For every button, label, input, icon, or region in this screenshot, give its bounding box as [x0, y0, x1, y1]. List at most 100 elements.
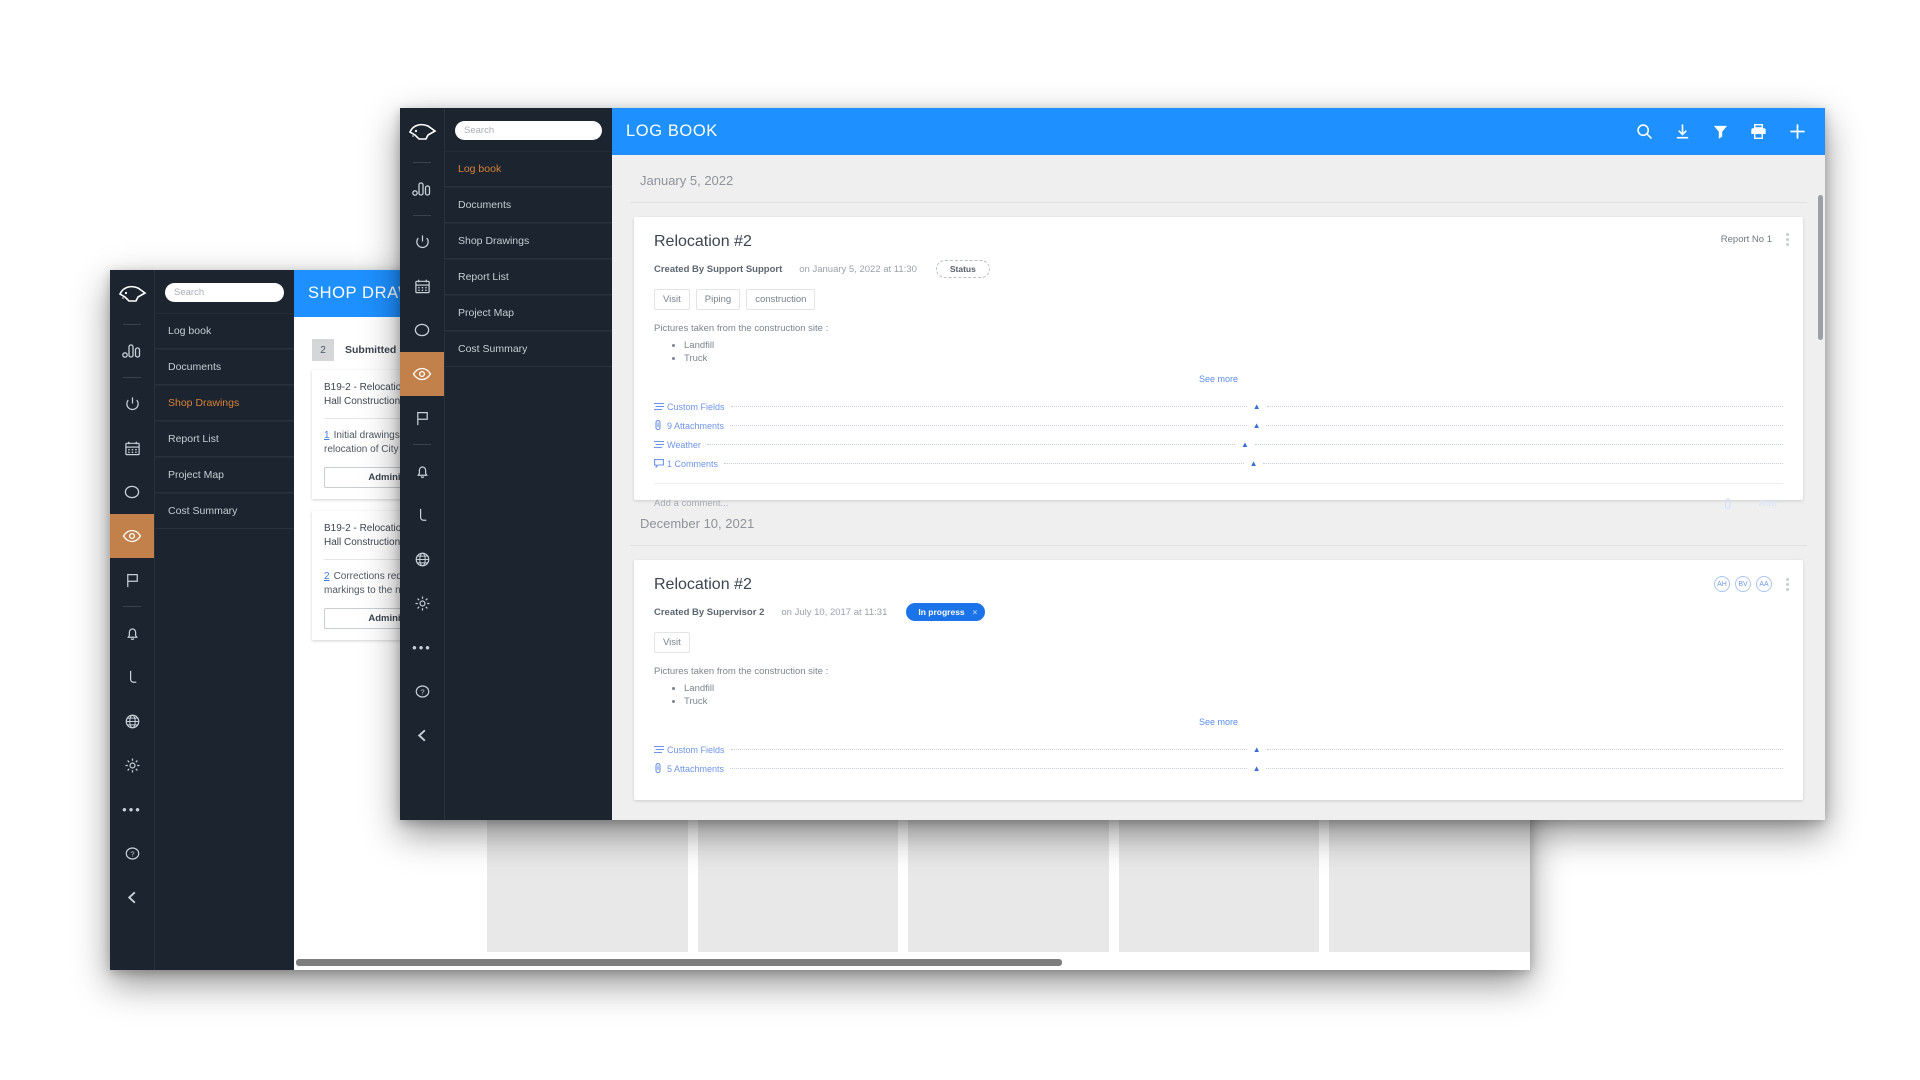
more-options-icon[interactable]	[1786, 577, 1789, 591]
chevron-up-icon[interactable]: ▲	[1253, 421, 1261, 430]
section-row-attachments[interactable]: 9 Attachments ▲	[654, 416, 1783, 435]
see-more-link[interactable]: See more	[654, 374, 1783, 384]
bar-chart-icon[interactable]	[400, 167, 444, 211]
hook-icon[interactable]	[110, 655, 154, 699]
logo-icon[interactable]	[405, 118, 439, 148]
tag-chip[interactable]: Piping	[695, 289, 741, 310]
sidebar-item-log-book[interactable]: Log book	[155, 313, 294, 349]
window-log-book[interactable]: ••• ? Log book Documents Shop Drawings R…	[400, 108, 1825, 820]
help-icon[interactable]: ?	[400, 669, 444, 713]
svg-text:?: ?	[420, 687, 424, 696]
more-dots-icon[interactable]: •••	[400, 625, 444, 669]
entry-meta: Created By Support Support on January 5,…	[654, 260, 1783, 278]
globe-icon[interactable]	[110, 699, 154, 743]
print-icon[interactable]	[1750, 123, 1767, 140]
power-icon[interactable]	[110, 382, 154, 426]
plus-icon[interactable]	[1788, 122, 1807, 141]
filter-icon[interactable]	[1712, 123, 1729, 140]
sidebar-item-project-map[interactable]: Project Map	[445, 295, 612, 331]
log-entry-card[interactable]: Relocation #2 Created By Support Support…	[634, 217, 1803, 510]
sidebar-item-documents[interactable]: Documents	[155, 349, 294, 385]
sidebar-item-project-map[interactable]: Project Map	[155, 457, 294, 493]
scrollbar-thumb[interactable]	[296, 959, 1063, 966]
section-row-comments[interactable]: 1 Comments ▲	[654, 454, 1784, 473]
status-badge[interactable]: Status	[935, 260, 990, 278]
comment-bar[interactable]: Add a comment... + Add	[654, 483, 1783, 523]
eye-icon[interactable]	[400, 352, 444, 396]
sidebar-item-cost-summary[interactable]: Cost Summary	[445, 331, 612, 367]
bell-icon[interactable]	[400, 449, 444, 493]
eye-icon[interactable]	[110, 514, 154, 558]
logo-icon[interactable]	[115, 280, 149, 310]
section-row-custom-fields[interactable]: Custom Fields ▲	[654, 397, 1783, 416]
gear-icon[interactable]	[110, 743, 154, 787]
section-row-weather[interactable]: Weather ▲	[654, 435, 1783, 454]
comment-input-placeholder[interactable]: Add a comment...	[654, 498, 728, 509]
revision-number[interactable]: 2	[324, 571, 330, 582]
circle-icon[interactable]	[400, 308, 444, 352]
sidebar-item-log-book[interactable]: Log book	[445, 151, 612, 187]
circle-icon[interactable]	[110, 470, 154, 514]
see-more-link[interactable]: See more	[654, 717, 1783, 727]
sidebar-item-shop-drawings[interactable]: Shop Drawings	[445, 223, 612, 259]
entry-title: Relocation #2	[654, 576, 752, 593]
search-field-wrap-back	[155, 270, 294, 313]
add-comment-button[interactable]: Add	[1759, 498, 1777, 509]
status-badge[interactable]: In progress ×	[906, 603, 986, 621]
avatar[interactable]: AH	[1714, 576, 1730, 592]
nav-panel-back[interactable]: Log book Documents Shop Drawings Report …	[154, 270, 294, 970]
chevron-up-icon[interactable]: ▲	[1241, 440, 1249, 449]
collapse-icon[interactable]	[110, 875, 154, 919]
avatar[interactable]: AA	[1756, 576, 1772, 592]
globe-icon[interactable]	[400, 537, 444, 581]
flag-icon[interactable]	[110, 558, 154, 602]
help-icon[interactable]: ?	[110, 831, 154, 875]
icon-rail-back[interactable]: ••• ?	[110, 270, 154, 970]
search-input-front[interactable]	[455, 121, 602, 140]
chevron-up-icon[interactable]: ▲	[1253, 764, 1261, 773]
flag-icon[interactable]	[400, 396, 444, 440]
chevron-up-icon[interactable]: ▲	[1250, 459, 1258, 468]
more-options-icon[interactable]	[1786, 233, 1789, 246]
icon-rail-front[interactable]: ••• ?	[400, 108, 444, 820]
bell-icon[interactable]	[110, 611, 154, 655]
section-row-attachments[interactable]: 5 Attachments ▲	[654, 759, 1783, 778]
vertical-scrollbar-thumb[interactable]	[1818, 195, 1823, 340]
calendar-icon[interactable]	[110, 426, 154, 470]
tag-chip[interactable]: Visit	[654, 289, 690, 310]
sidebar-item-report-list[interactable]: Report List	[445, 259, 612, 295]
sidebar-item-shop-drawings[interactable]: Shop Drawings	[155, 385, 294, 421]
rail-divider	[123, 377, 141, 378]
calendar-icon[interactable]	[400, 264, 444, 308]
list-icon	[654, 745, 667, 754]
collapse-icon[interactable]	[400, 713, 444, 757]
sidebar-item-documents[interactable]: Documents	[445, 187, 612, 223]
avatar[interactable]: BV	[1735, 576, 1751, 592]
gear-icon[interactable]	[400, 581, 444, 625]
tag-chip[interactable]: construction	[746, 289, 816, 310]
bar-chart-icon[interactable]	[110, 329, 154, 373]
log-entry-card[interactable]: Relocation #2 Created By Supervisor 2 on…	[634, 560, 1803, 800]
horizontal-scrollbar[interactable]	[294, 959, 1530, 966]
sidebar-item-cost-summary[interactable]: Cost Summary	[155, 493, 294, 529]
section-label: Custom Fields	[667, 744, 725, 755]
log-entries-scroll-area[interactable]: January 5, 2022 Relocation #2 Created By…	[612, 155, 1825, 820]
power-icon[interactable]	[400, 220, 444, 264]
hook-icon[interactable]	[400, 493, 444, 537]
page-title-front: LOG BOOK	[626, 122, 718, 140]
tag-chip[interactable]: Visit	[654, 632, 690, 653]
status-badge-label: In progress	[918, 607, 965, 617]
sidebar-item-report-list[interactable]: Report List	[155, 421, 294, 457]
attach-add-icon[interactable]: +	[1724, 497, 1733, 510]
section-label: 9 Attachments	[667, 420, 725, 431]
section-row-custom-fields[interactable]: Custom Fields ▲	[654, 740, 1783, 759]
chevron-up-icon[interactable]: ▲	[1253, 402, 1261, 411]
close-icon[interactable]: ×	[973, 608, 978, 617]
download-icon[interactable]	[1674, 123, 1691, 140]
search-icon[interactable]	[1636, 123, 1653, 140]
revision-number[interactable]: 1	[324, 430, 330, 441]
chevron-up-icon[interactable]: ▲	[1253, 745, 1261, 754]
more-dots-icon[interactable]: •••	[110, 787, 154, 831]
search-input-back[interactable]	[165, 283, 284, 302]
nav-panel-front[interactable]: Log book Documents Shop Drawings Report …	[444, 108, 612, 820]
